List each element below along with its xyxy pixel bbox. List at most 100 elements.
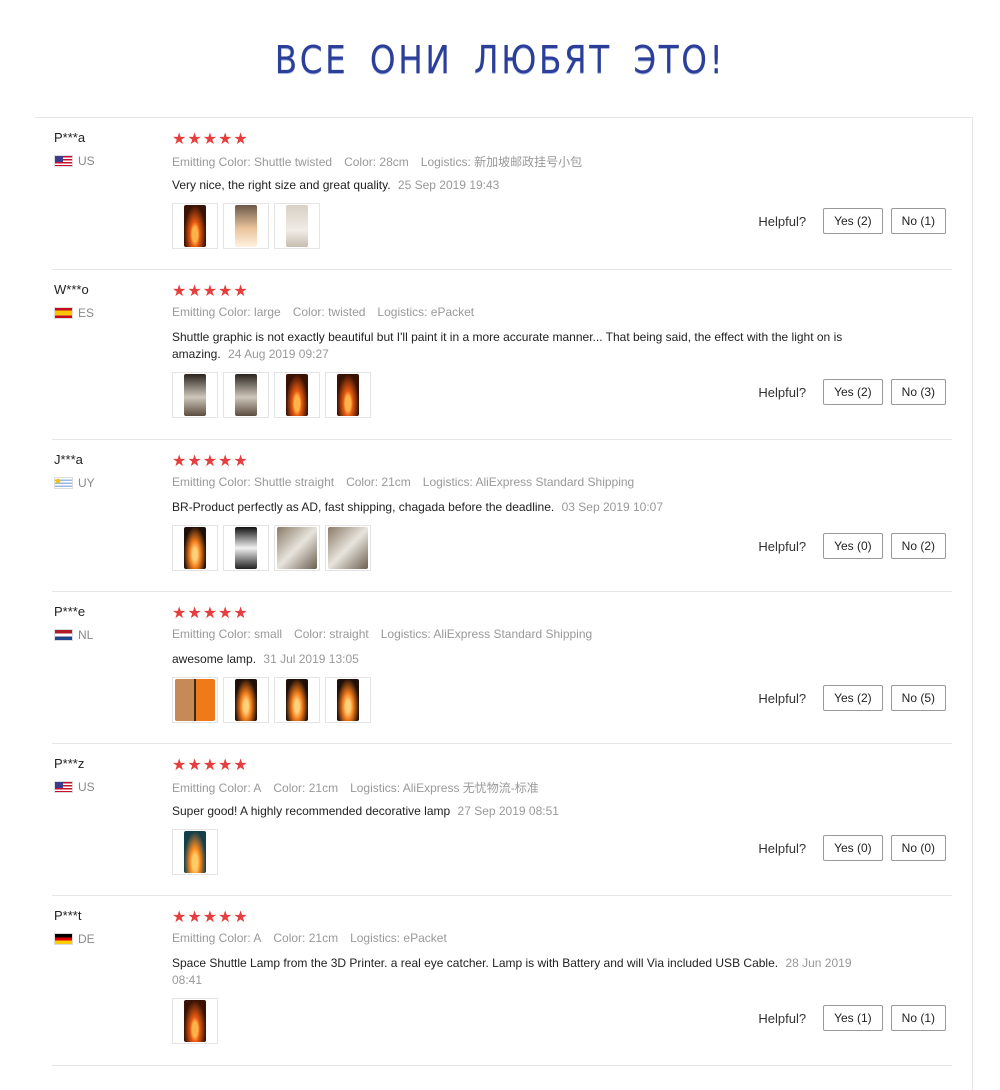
review-photo-thumbnail[interactable] [172,829,218,875]
review-photos [172,203,320,249]
helpful-yes-button[interactable]: Yes (1) [823,1005,883,1031]
banner-title: ВСЕ ОНИ ЛЮБЯТ ЭТО! [274,38,726,82]
review-text: BR-Product perfectly as AD, fast shippin… [172,499,852,516]
reviewer-name: W***o [54,282,89,297]
review-attribute: Logistics: ePacket [377,305,475,319]
helpful-label: Helpful? [758,690,807,706]
review-photo-thumbnail[interactable] [172,998,218,1044]
photo-preview [184,1000,206,1042]
review-item: P***a US ★★★★★ Emitting Color: Shuttle t… [52,117,952,270]
reviewer-country: DE [54,932,95,946]
review-attribute: Logistics: 新加坡邮政挂号小包 [420,155,583,169]
photo-preview [235,527,257,569]
review-text: awesome lamp. 31 Jul 2019 13:05 [172,651,852,668]
country-code: NL [78,628,94,642]
helpful-no-button[interactable]: No (0) [890,835,946,861]
helpful-vote: Helpful? Yes (0) No (0) [758,835,946,861]
helpful-no-button[interactable]: No (1) [890,208,946,234]
review-date: 03 Sep 2019 10:07 [561,500,664,514]
review-photo-thumbnail[interactable] [223,203,269,249]
review-attribute: Emitting Color: A [172,781,262,795]
helpful-yes-button[interactable]: Yes (0) [823,835,883,861]
review-item: P***t DE ★★★★★ Emitting Color: A Color: 2… [52,895,952,1066]
review-photo-thumbnail[interactable] [223,525,269,571]
review-body: awesome lamp. [172,652,257,666]
helpful-vote: Helpful? Yes (2) No (1) [758,208,946,234]
photo-preview [286,205,308,247]
review-attribute: Emitting Color: A [172,931,262,945]
review-photo-thumbnail[interactable] [172,372,218,418]
review-date: 25 Sep 2019 19:43 [397,178,500,192]
country-code: US [78,780,95,794]
review-photo-thumbnail[interactable] [274,372,320,418]
reviewer-country: ES [54,306,94,320]
review-text: Very nice, the right size and great qual… [172,177,852,194]
order-attributes: Emitting Color: A Color: 21cm Logistics: e… [172,931,459,945]
review-photo-thumbnail[interactable] [325,677,371,723]
star-rating: ★★★★★ [172,283,249,300]
review-photos [172,829,218,875]
helpful-yes-button[interactable]: Yes (2) [823,379,883,405]
review-attribute: Logistics: AliExpress Standard Shipping [380,627,593,641]
review-date: 31 Jul 2019 13:05 [263,652,359,666]
order-attributes: Emitting Color: A Color: 21cm Logistics: A… [172,779,551,796]
reviewer-country: US [54,780,95,794]
helpful-label: Helpful? [758,384,807,400]
helpful-yes-button[interactable]: Yes (2) [823,208,883,234]
star-rating: ★★★★★ [172,909,249,926]
country-code: DE [78,932,95,946]
review-item: P***e NL ★★★★★ Emitting Color: small Colo… [52,591,952,744]
review-photo-thumbnail[interactable] [172,203,218,249]
review-item: W***o ES ★★★★★ Emitting Color: large Colo… [52,269,952,440]
order-attributes: Emitting Color: Shuttle straight Color: 2… [172,475,646,489]
review-photo-thumbnail[interactable] [172,525,218,571]
review-photo-thumbnail[interactable] [172,677,218,723]
order-attributes: Emitting Color: small Color: straight Logi… [172,627,604,641]
review-text: Super good! A highly recommended decorat… [172,803,852,820]
review-photo-thumbnail[interactable] [274,203,320,249]
review-body: BR-Product perfectly as AD, fast shippin… [172,500,555,514]
helpful-vote: Helpful? Yes (2) No (5) [758,685,946,711]
helpful-no-button[interactable]: No (1) [890,1005,946,1031]
review-photo-thumbnail[interactable] [274,525,320,571]
review-attribute: Logistics: AliExpress Standard Shipping [422,475,635,489]
helpful-no-button[interactable]: No (2) [890,533,946,559]
helpful-vote: Helpful? Yes (1) No (1) [758,1005,946,1031]
helpful-yes-button[interactable]: Yes (0) [823,533,883,559]
reviewer-name: P***e [54,604,86,619]
review-photo-thumbnail[interactable] [274,677,320,723]
review-text: Shuttle graphic is not exactly beautiful… [172,329,852,363]
review-photos [172,525,371,571]
photo-preview [277,527,317,569]
country-flag-icon [54,933,73,945]
photo-preview [235,679,257,721]
order-attributes: Emitting Color: large Color: twisted Logis… [172,305,486,319]
review-photo-thumbnail[interactable] [325,372,371,418]
country-code: UY [78,476,95,490]
helpful-yes-button[interactable]: Yes (2) [823,685,883,711]
photo-preview [175,679,215,721]
photo-preview [286,679,308,721]
review-attribute: Emitting Color: small [172,627,283,641]
review-attribute: Color: straight [294,627,369,641]
helpful-label: Helpful? [758,1010,807,1026]
review-photo-thumbnail[interactable] [223,372,269,418]
review-photo-thumbnail[interactable] [223,677,269,723]
reviewer-name: P***t [54,908,82,923]
country-code: US [78,154,95,168]
country-flag-icon [54,307,73,319]
photo-preview [286,374,308,416]
review-attribute: Color: 28cm [344,155,409,169]
review-attribute: Emitting Color: large [172,305,281,319]
helpful-no-button[interactable]: No (3) [890,379,946,405]
review-photo-thumbnail[interactable] [325,525,371,571]
review-item: P***z US ★★★★★ Emitting Color: A Color: 2… [52,743,952,896]
helpful-label: Helpful? [758,213,807,229]
review-text: Space Shuttle Lamp from the 3D Printer. … [172,955,852,989]
country-code: ES [78,306,95,320]
review-date: 24 Aug 2019 09:27 [228,347,329,361]
review-attribute: Color: 21cm [273,781,339,795]
photo-preview [184,831,206,873]
country-flag-icon [54,155,73,167]
helpful-no-button[interactable]: No (5) [890,685,946,711]
